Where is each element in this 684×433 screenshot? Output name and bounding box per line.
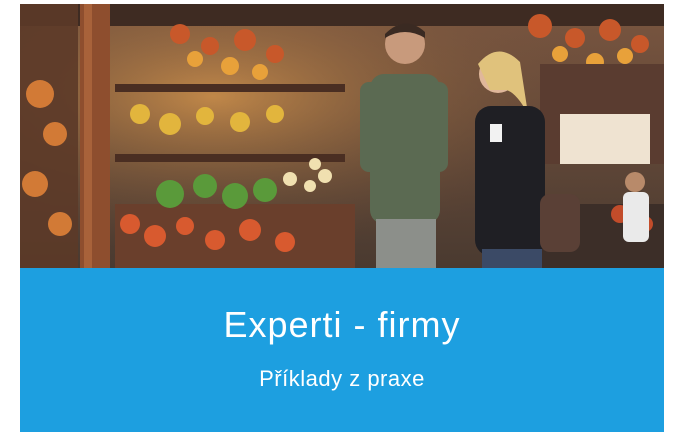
banner-subtitle: Příklady z praxe: [259, 366, 425, 391]
banner-title: Experti - firmy: [223, 304, 461, 345]
promo-banner[interactable]: Experti - firmy Příklady z praxe: [20, 268, 664, 432]
market-photo: [20, 4, 664, 268]
promo-card[interactable]: Experti - firmy Příklady z praxe: [20, 0, 664, 433]
hero-image: [20, 4, 664, 268]
